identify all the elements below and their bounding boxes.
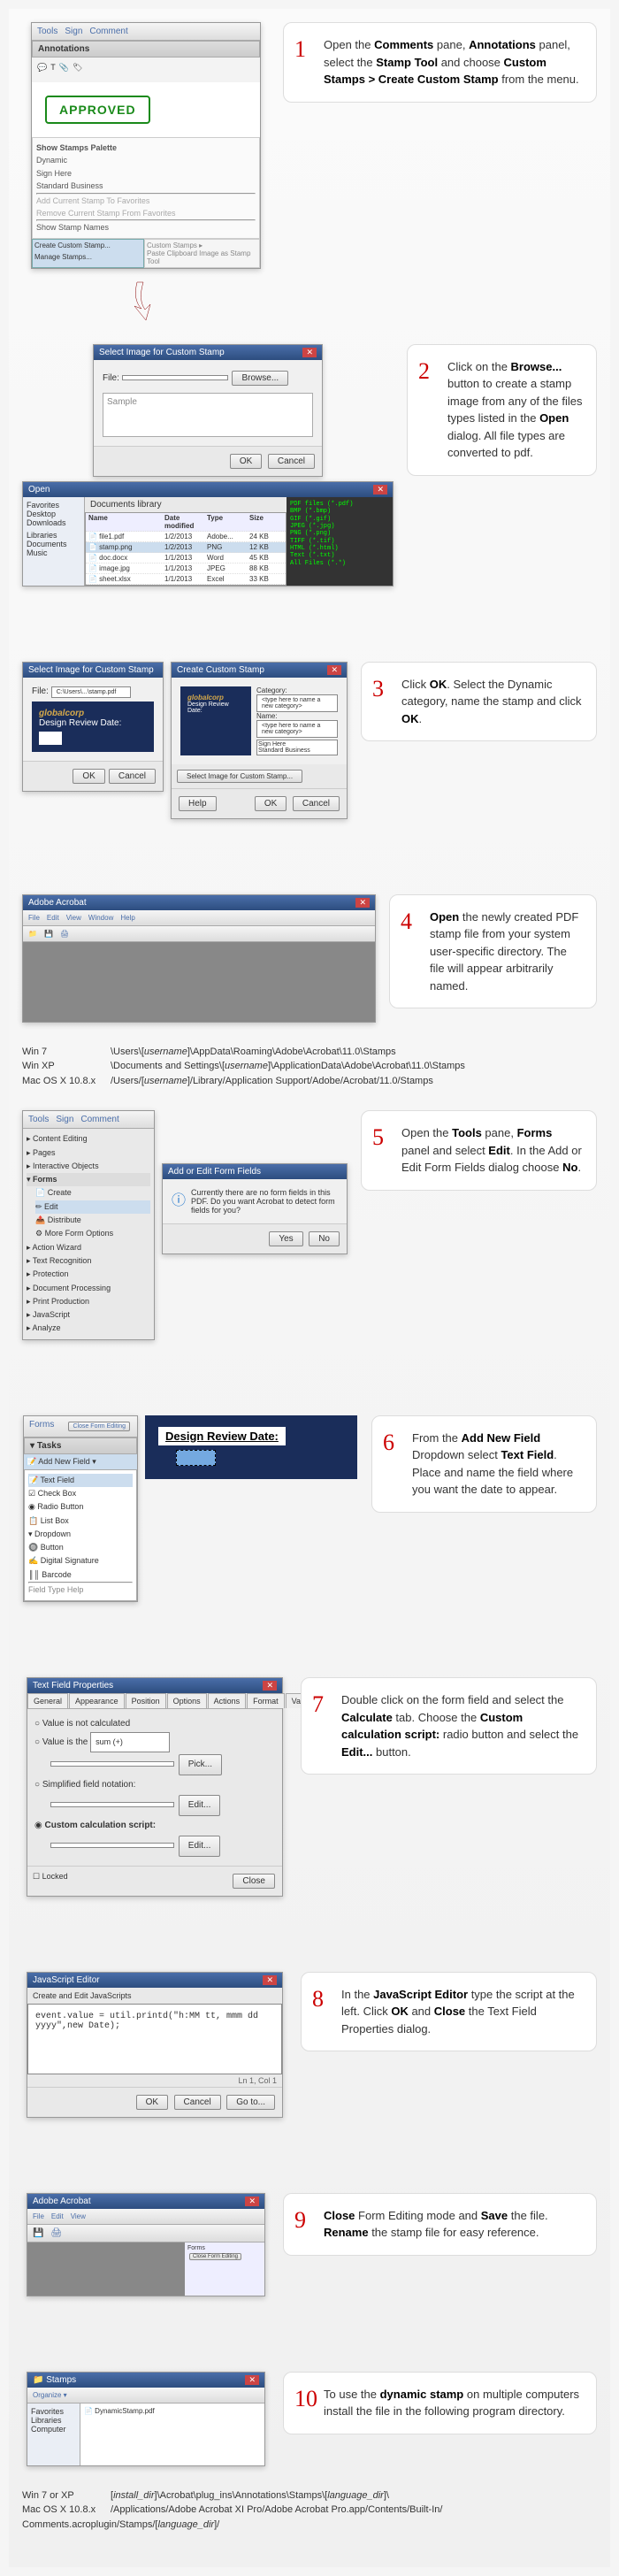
step-1-instruction: 1 Open the Comments pane, Annotations pa… xyxy=(283,22,597,103)
name-input[interactable]: <type here to name a new category> xyxy=(256,720,338,738)
javascript-editor-dialog: JavaScript Editor✕ Create and Edit JavaS… xyxy=(27,1972,283,2118)
yes-button[interactable]: Yes xyxy=(269,1231,302,1246)
explorer-window: 📁 Stamps✕ Organize ▾ FavoritesLibrariesC… xyxy=(27,2372,265,2466)
attach-icon[interactable]: 📎 xyxy=(59,63,69,77)
step-5-instruction: 5 Open the Tools pane, Forms panel and s… xyxy=(361,1110,597,1191)
print-icon[interactable]: 🖨 xyxy=(60,930,69,938)
flow-arrow-icon xyxy=(133,2127,177,2171)
close-icon[interactable]: ✕ xyxy=(302,348,317,357)
step-3-instruction: 3 Click OK. Select the Dynamic category,… xyxy=(361,662,597,742)
date-text-field[interactable] xyxy=(176,1450,216,1466)
close-form-editing-button[interactable]: Close Form Editing xyxy=(68,1422,130,1431)
save-icon[interactable]: 💾 xyxy=(33,2228,43,2238)
script-textarea[interactable]: event.value = util.printd("h:MM tt, mmm … xyxy=(27,2004,282,2074)
create-custom-stamp-dialog: Create Custom Stamp✕ globalcorp Design R… xyxy=(171,662,348,819)
select-image-preview: Select Image for Custom Stamp File: C:\U… xyxy=(22,662,164,792)
tab-tools[interactable]: Tools xyxy=(37,27,57,36)
form-fields-dialog: Add or Edit Form Fields ⓘ Currently ther… xyxy=(162,1163,348,1254)
acrobat-window: Adobe Acrobat✕ File Edit View Window Hel… xyxy=(22,894,376,1023)
close-button[interactable]: Close xyxy=(233,1874,275,1889)
step-2-instruction: 2 Click on the Browse... button to creat… xyxy=(407,344,597,476)
flow-arrow-icon xyxy=(133,1905,177,1950)
acrobat-save-window: Adobe Acrobat✕ FileEditView 💾🖨 FormsClos… xyxy=(27,2193,265,2296)
flow-arrow-icon xyxy=(186,595,230,640)
tools-forms-panel: Tools Sign Comment ▸ Content Editing ▸ P… xyxy=(22,1110,155,1339)
forms-edit-item[interactable]: ✏ Edit xyxy=(35,1200,150,1214)
browse-button[interactable]: Browse... xyxy=(232,371,288,386)
approved-stamp: APPROVED xyxy=(45,96,150,124)
tab-sign[interactable]: Sign xyxy=(65,27,82,36)
text-field-option[interactable]: 📝 Text Field xyxy=(28,1474,133,1487)
flow-arrow-icon xyxy=(168,1611,212,1655)
annotations-header[interactable]: Annotations xyxy=(32,41,260,58)
save-icon[interactable]: 💾 xyxy=(44,930,53,938)
file-menu[interactable]: File xyxy=(28,914,40,922)
select-image-button[interactable]: Select Image for Custom Stamp... xyxy=(177,770,302,783)
highlight-icon[interactable]: T xyxy=(50,63,56,77)
step-6-instruction: 6 From the Add New Field Dropdown select… xyxy=(371,1415,597,1513)
field-properties-dialog: Text Field Properties✕ General Appearanc… xyxy=(27,1677,283,1896)
flow-arrow-icon xyxy=(163,1349,207,1393)
category-input[interactable]: <type here to name a new category> xyxy=(256,694,338,712)
stamp-design-preview: Design Review Date: xyxy=(145,1415,357,1479)
manage-stamps-item[interactable]: Manage Stamps... xyxy=(33,251,143,263)
open-icon[interactable]: 📁 xyxy=(28,930,37,938)
note-icon[interactable]: 💬 xyxy=(37,63,47,77)
stamp-tool-icon[interactable]: 🏷 xyxy=(73,63,82,77)
info-icon: ⓘ xyxy=(172,1188,186,1209)
step-8-instruction: 8 In the JavaScript Editor type the scri… xyxy=(301,1972,597,2052)
no-button[interactable]: No xyxy=(309,1231,340,1246)
stamp-paths-program: Win 7 or XP[install_dir]\Acrobat\plug_in… xyxy=(22,2488,597,2533)
ok-button[interactable]: OK xyxy=(230,454,262,469)
flow-arrow-icon xyxy=(124,278,168,322)
ok-button[interactable]: OK xyxy=(136,2095,168,2110)
flow-arrow-icon xyxy=(124,2305,168,2350)
flow-arrow-icon xyxy=(163,828,207,872)
stamp-paths-user: Win 7\Users\[username]\AppData\Roaming\A… xyxy=(22,1045,597,1089)
create-custom-stamp-item[interactable]: Create Custom Stamp... xyxy=(33,240,143,251)
tab-comment[interactable]: Comment xyxy=(89,27,127,36)
add-field-panel: Forms Close Form Editing ▾ Tasks 📝 Add N… xyxy=(23,1415,138,1603)
select-image-dialog: Select Image for Custom Stamp✕ File: Bro… xyxy=(93,344,323,477)
step-10-instruction: 10 To use the dynamic stamp on multiple … xyxy=(283,2372,597,2434)
edit-script-button[interactable]: Edit... xyxy=(179,1836,221,1857)
stamp-menu: Show Stamps Palette Dynamic Sign Here St… xyxy=(32,137,260,239)
cancel-button[interactable]: Cancel xyxy=(268,454,315,469)
add-new-field-dropdown[interactable]: 📝 Add New Field ▾ xyxy=(24,1454,137,1469)
annotations-panel-screenshot: Tools Sign Comment Annotations 💬 T 📎 🏷 A… xyxy=(31,22,261,269)
step-7-instruction: 7 Double click on the form field and sel… xyxy=(301,1677,597,1775)
step-4-instruction: 4 Open the newly created PDF stamp file … xyxy=(389,894,597,1009)
step-9-instruction: 9 Close Form Editing mode and Save the f… xyxy=(283,2193,597,2256)
open-file-dialog: Open✕ Favorites Desktop Downloads Librar… xyxy=(22,481,394,586)
custom-calc-radio[interactable]: Custom calculation script: xyxy=(34,1818,275,1834)
